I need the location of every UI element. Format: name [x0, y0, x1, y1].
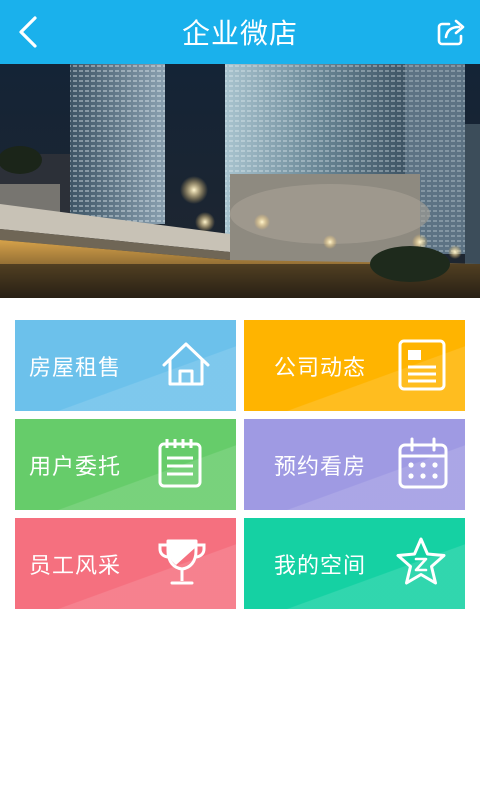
tile-house-rental[interactable]: 房屋租售: [15, 320, 236, 411]
tile-label: 房屋租售: [29, 355, 122, 381]
tile-staff-showcase[interactable]: 员工风采: [15, 518, 236, 609]
city-night-photo: [0, 64, 480, 298]
tile-my-space[interactable]: 我的空间: [244, 518, 465, 609]
tile-viewing-appointment[interactable]: 预约看房: [244, 419, 465, 510]
tile-company-news[interactable]: 公司动态: [244, 320, 465, 411]
tile-label: 员工风采: [29, 553, 122, 579]
tile-label: 我的空间: [274, 553, 367, 579]
trophy-icon: [158, 539, 206, 585]
house-icon: [162, 342, 210, 386]
tile-label: 用户委托: [29, 454, 122, 480]
back-button[interactable]: [8, 12, 48, 52]
app-screen: 企业微店 房屋租售 公司动态 用户委托 预约看房 员工风采 我的空间: [0, 0, 480, 800]
title-bar: 企业微店: [0, 0, 480, 64]
share-button[interactable]: [432, 12, 472, 52]
share-icon: [437, 19, 465, 46]
tile-user-commission[interactable]: 用户委托: [15, 419, 236, 510]
document-icon: [398, 339, 446, 391]
star-icon: [396, 537, 446, 585]
banner-image: [0, 64, 480, 298]
tile-label: 公司动态: [274, 355, 367, 381]
tile-label: 预约看房: [274, 454, 367, 480]
chevron-left-icon: [19, 16, 37, 48]
page-title: 企业微店: [181, 17, 298, 50]
calendar-icon: [398, 437, 448, 489]
notepad-icon: [158, 439, 202, 488]
